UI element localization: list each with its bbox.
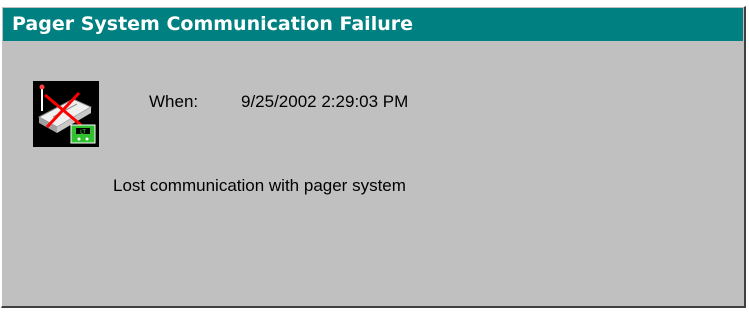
title-bar: Pager System Communication Failure — [3, 8, 743, 41]
when-row: When: 9/25/2002 2:29:03 PM — [149, 92, 408, 112]
when-value: 9/25/2002 2:29:03 PM — [241, 92, 409, 111]
badge-label: LT — [80, 130, 86, 136]
failure-message: Lost communication with pager system — [113, 176, 406, 195]
when-label: When: — [149, 92, 199, 111]
alert-window: Pager System Communication Failure LT Wh… — [1, 6, 746, 308]
pager-failure-icon: LT — [33, 81, 99, 147]
